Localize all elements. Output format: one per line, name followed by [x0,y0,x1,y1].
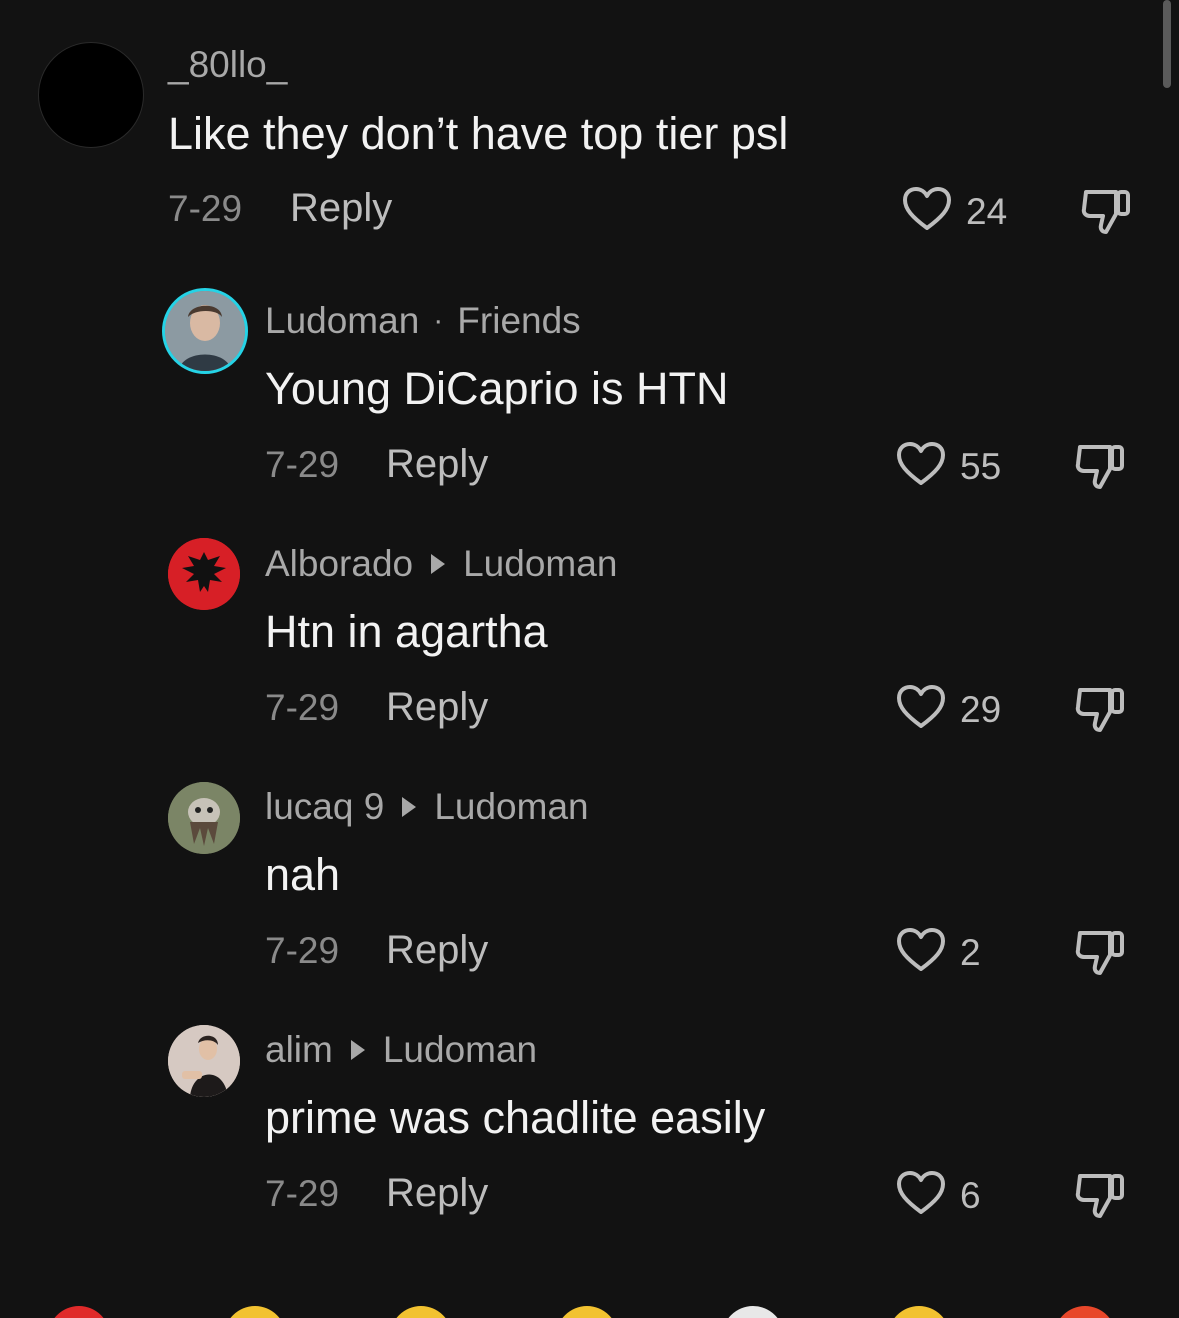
emoji-reaction-bar [0,1306,1179,1318]
comment-username-row: lucaq 9 Ludoman [265,786,589,828]
comment-username[interactable]: lucaq 9 [265,786,384,828]
avatar[interactable] [162,288,248,374]
comment-text: Young DiCaprio is HTN [265,363,729,414]
heart-outline-icon [896,927,946,978]
separator-dot: · [433,304,444,337]
reply-to-username[interactable]: Ludoman [463,543,617,585]
comment-date: 7-29 [265,930,340,971]
dislike-button[interactable] [1080,186,1132,241]
emoji-button[interactable] [888,1306,950,1318]
like-button[interactable]: 24 [902,186,1007,237]
heart-outline-icon [896,441,946,492]
reply-button[interactable]: Reply [290,186,392,231]
reply-button[interactable]: Reply [386,442,488,487]
comment-date: 7-29 [265,1173,340,1214]
thumbs-down-icon [1080,190,1132,240]
emoji-button[interactable] [722,1306,784,1318]
heart-outline-icon [896,1170,946,1221]
reply-button[interactable]: Reply [386,685,488,730]
like-count: 24 [966,190,1008,232]
dislike-button[interactable] [1074,684,1126,739]
emoji-button[interactable] [224,1306,286,1318]
triangle-right-icon [402,797,417,817]
comment-text: nah [265,849,341,900]
comment-username-row: Alborado Ludoman [265,543,617,585]
reply-button[interactable]: Reply [386,1171,488,1216]
dislike-button[interactable] [1074,1170,1126,1225]
heart-outline-icon [896,684,946,735]
like-button[interactable]: 55 [896,441,1001,492]
like-button[interactable]: 6 [896,1170,981,1221]
thumbs-down-icon [1074,931,1126,981]
friends-tag: Friends [457,300,581,341]
reply-button[interactable]: Reply [386,928,488,973]
comment-username[interactable]: alim [265,1029,333,1071]
like-button[interactable]: 29 [896,684,1001,735]
comments-screen: _80llo_ Like they don’t have top tier ps… [0,0,1179,1318]
comment-username-row: alim Ludoman [265,1029,537,1071]
comment-username-row: Ludoman · Friends [265,300,581,342]
dislike-button[interactable] [1074,441,1126,496]
emoji-button[interactable] [556,1306,618,1318]
emoji-button[interactable] [390,1306,452,1318]
comment-text: Htn in agartha [265,606,548,657]
like-count: 6 [960,1174,981,1216]
comment-text: prime was chadlite easily [265,1092,766,1143]
comment-date: 7-29 [265,687,340,728]
comment-username[interactable]: Alborado [265,543,413,585]
thumbs-down-icon [1074,688,1126,738]
comment-text: Like they don’t have top tier psl [168,108,789,159]
heart-outline-icon [902,186,952,237]
comment-username[interactable]: Ludoman [265,300,419,342]
avatar[interactable] [168,538,240,610]
reply-to-username[interactable]: Ludoman [434,786,588,828]
like-button[interactable]: 2 [896,927,981,978]
triangle-right-icon [431,554,446,574]
like-count: 55 [960,445,1002,487]
like-count: 29 [960,688,1002,730]
reply-to-username[interactable]: Ludoman [383,1029,537,1071]
like-count: 2 [960,931,981,973]
avatar[interactable] [38,42,144,148]
avatar[interactable] [168,1025,240,1097]
thumbs-down-icon [1074,1174,1126,1224]
comment-username-row: _80llo_ [168,44,287,86]
triangle-right-icon [350,1040,365,1060]
avatar[interactable] [168,782,240,854]
dislike-button[interactable] [1074,927,1126,982]
scrollbar[interactable] [1163,0,1171,88]
thumbs-down-icon [1074,445,1126,495]
comment-date: 7-29 [265,444,340,485]
comment-username[interactable]: _80llo_ [168,44,287,86]
emoji-button[interactable] [48,1306,110,1318]
emoji-button[interactable] [1054,1306,1116,1318]
comment-date: 7-29 [168,188,243,229]
